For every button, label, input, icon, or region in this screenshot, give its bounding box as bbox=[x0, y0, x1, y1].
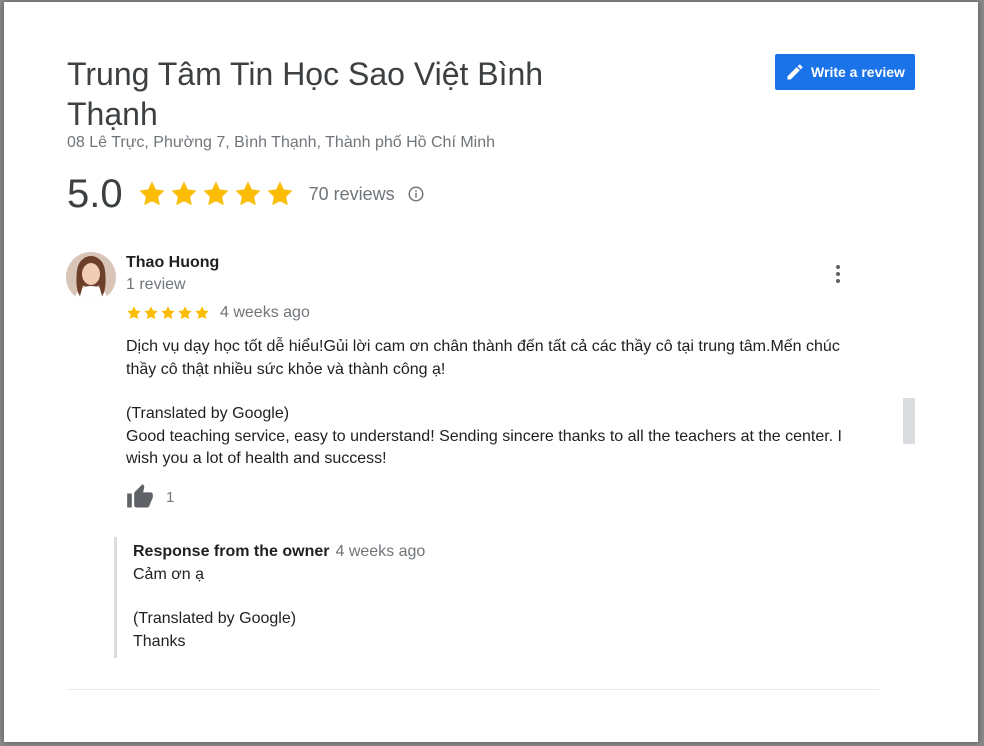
star-icon bbox=[203, 181, 229, 206]
review-stars bbox=[126, 305, 210, 321]
star-icon bbox=[235, 181, 261, 206]
star-icon bbox=[171, 181, 197, 206]
review-translated-line: Good teaching service, easy to understan… bbox=[126, 427, 842, 445]
reviews-count[interactable]: 70 reviews bbox=[309, 184, 395, 205]
star-icon bbox=[195, 306, 209, 320]
owner-response-time: 4 weeks ago bbox=[335, 543, 426, 560]
rating-stars bbox=[137, 179, 295, 209]
owner-response: Response from the owner 4 weeks ago Cảm … bbox=[114, 537, 833, 658]
translated-label: (Translated by Google) bbox=[126, 405, 290, 422]
place-address: 08 Lê Trực, Phường 7, Bình Thạnh, Thành … bbox=[67, 134, 496, 151]
star-icon bbox=[144, 306, 158, 320]
star-icon bbox=[178, 306, 192, 320]
place-title: Trung Tâm Tin Học Sao Việt Bình Thạnh bbox=[67, 56, 544, 132]
review-rating-row: 4 weeks ago bbox=[126, 304, 310, 322]
review-time: 4 weeks ago bbox=[220, 304, 310, 321]
owner-response-translated: Thanks bbox=[133, 632, 186, 650]
info-icon[interactable] bbox=[407, 185, 425, 203]
owner-translated-label: (Translated by Google) bbox=[133, 610, 297, 627]
rating-summary: 5.0 70 reviews bbox=[67, 172, 425, 216]
owner-response-label: Response from the owner bbox=[133, 543, 330, 560]
edit-pencil-icon bbox=[787, 64, 803, 80]
like-row: 1 bbox=[126, 483, 174, 511]
write-review-label: Write a review bbox=[811, 64, 905, 80]
reviewer-review-count: 1 review bbox=[126, 276, 186, 293]
avatar-photo bbox=[66, 252, 116, 302]
divider bbox=[67, 689, 879, 690]
reviews-dialog: Trung Tâm Tin Học Sao Việt Bình Thạnh 08… bbox=[4, 2, 978, 742]
like-count: 1 bbox=[166, 488, 175, 506]
more-vert-icon[interactable] bbox=[826, 262, 850, 286]
thumbs-up-icon[interactable] bbox=[126, 483, 154, 511]
review-text: Dịch vụ dạy học tốt dễ hiểu!Gủi lời cam … bbox=[126, 336, 866, 471]
star-icon bbox=[161, 306, 175, 320]
owner-response-original: Cảm ơn ạ bbox=[133, 565, 204, 583]
reviewer-name[interactable]: Thao Huong bbox=[126, 254, 219, 272]
write-review-button[interactable]: Write a review bbox=[775, 54, 915, 90]
scrollbar[interactable] bbox=[903, 398, 915, 444]
review-original-line: thầy cô thật nhiều sức khỏe và thành côn… bbox=[126, 360, 446, 378]
star-icon bbox=[267, 181, 293, 206]
avatar[interactable] bbox=[66, 252, 116, 302]
review-original-line: Dịch vụ dạy học tốt dễ hiểu!Gủi lời cam … bbox=[126, 338, 840, 355]
review-translated-line: wish you a lot of health and success! bbox=[126, 450, 387, 467]
star-icon bbox=[127, 306, 141, 320]
star-icon bbox=[139, 181, 165, 206]
average-rating: 5.0 bbox=[67, 171, 123, 216]
